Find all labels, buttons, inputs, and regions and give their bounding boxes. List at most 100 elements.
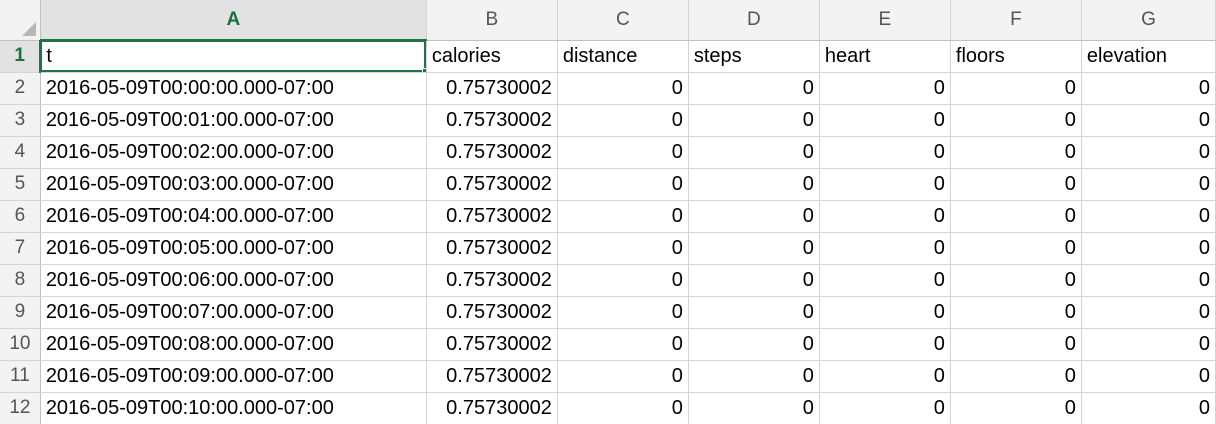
cell-A11[interactable]: 2016-05-09T00:09:00.000-07:00: [40, 360, 427, 393]
cell-G3[interactable]: 0: [1081, 104, 1216, 137]
cell-C2[interactable]: 0: [557, 72, 689, 105]
cell-D5[interactable]: 0: [688, 168, 820, 201]
cell-F1[interactable]: floors: [950, 40, 1082, 73]
cell-D9[interactable]: 0: [688, 296, 820, 329]
cell-F12[interactable]: 0: [950, 392, 1082, 424]
row-header[interactable]: 11: [0, 360, 41, 393]
cell-F9[interactable]: 0: [950, 296, 1082, 329]
fill-handle[interactable]: [421, 67, 426, 71]
cell-B2[interactable]: 0.75730002: [426, 72, 558, 105]
cell-G11[interactable]: 0: [1081, 360, 1216, 393]
cell-E11[interactable]: 0: [819, 360, 951, 393]
cell-C12[interactable]: 0: [557, 392, 689, 424]
cell-A6[interactable]: 2016-05-09T00:04:00.000-07:00: [40, 200, 427, 233]
cell-A5[interactable]: 2016-05-09T00:03:00.000-07:00: [40, 168, 427, 201]
cell-B4[interactable]: 0.75730002: [426, 136, 558, 169]
cell-G10[interactable]: 0: [1081, 328, 1216, 361]
cell-C11[interactable]: 0: [557, 360, 689, 393]
cell-B6[interactable]: 0.75730002: [426, 200, 558, 233]
cell-A8[interactable]: 2016-05-09T00:06:00.000-07:00: [40, 264, 427, 297]
cell-B11[interactable]: 0.75730002: [426, 360, 558, 393]
cell-E3[interactable]: 0: [819, 104, 951, 137]
cell-F7[interactable]: 0: [950, 232, 1082, 265]
cell-E2[interactable]: 0: [819, 72, 951, 105]
select-all-button[interactable]: [0, 0, 41, 41]
cell-A3[interactable]: 2016-05-09T00:01:00.000-07:00: [40, 104, 427, 137]
cell-A12[interactable]: 2016-05-09T00:10:00.000-07:00: [40, 392, 427, 424]
cell-C10[interactable]: 0: [557, 328, 689, 361]
cell-A2[interactable]: 2016-05-09T00:00:00.000-07:00: [40, 72, 427, 105]
cell-B10[interactable]: 0.75730002: [426, 328, 558, 361]
cell-C7[interactable]: 0: [557, 232, 689, 265]
column-header-F[interactable]: F: [950, 0, 1082, 41]
cell-E9[interactable]: 0: [819, 296, 951, 329]
column-header-D[interactable]: D: [688, 0, 820, 41]
cell-C5[interactable]: 0: [557, 168, 689, 201]
cell-G8[interactable]: 0: [1081, 264, 1216, 297]
cell-G9[interactable]: 0: [1081, 296, 1216, 329]
cell-D6[interactable]: 0: [688, 200, 820, 233]
cell-G5[interactable]: 0: [1081, 168, 1216, 201]
row-header[interactable]: 4: [0, 136, 41, 169]
cell-C4[interactable]: 0: [557, 136, 689, 169]
cell-C9[interactable]: 0: [557, 296, 689, 329]
cell-E10[interactable]: 0: [819, 328, 951, 361]
cell-G12[interactable]: 0: [1081, 392, 1216, 424]
cell-A10[interactable]: 2016-05-09T00:08:00.000-07:00: [40, 328, 427, 361]
cell-G2[interactable]: 0: [1081, 72, 1216, 105]
cell-D7[interactable]: 0: [688, 232, 820, 265]
column-header-C[interactable]: C: [557, 0, 689, 41]
cell-A7[interactable]: 2016-05-09T00:05:00.000-07:00: [40, 232, 427, 265]
cell-E1[interactable]: heart: [819, 40, 951, 73]
cell-E12[interactable]: 0: [819, 392, 951, 424]
cell-G1[interactable]: elevation: [1081, 40, 1216, 73]
row-header[interactable]: 3: [0, 104, 41, 137]
cell-D4[interactable]: 0: [688, 136, 820, 169]
cell-D10[interactable]: 0: [688, 328, 820, 361]
cell-C1[interactable]: distance: [557, 40, 689, 73]
cell-D8[interactable]: 0: [688, 264, 820, 297]
row-header[interactable]: 9: [0, 296, 41, 329]
cell-E5[interactable]: 0: [819, 168, 951, 201]
cell-B8[interactable]: 0.75730002: [426, 264, 558, 297]
cell-C8[interactable]: 0: [557, 264, 689, 297]
cell-D3[interactable]: 0: [688, 104, 820, 137]
cell-G6[interactable]: 0: [1081, 200, 1216, 233]
cell-B1[interactable]: calories: [426, 40, 558, 73]
cell-F4[interactable]: 0: [950, 136, 1082, 169]
column-header-E[interactable]: E: [819, 0, 951, 41]
cell-B3[interactable]: 0.75730002: [426, 104, 558, 137]
cell-B5[interactable]: 0.75730002: [426, 168, 558, 201]
cell-E4[interactable]: 0: [819, 136, 951, 169]
column-header-B[interactable]: B: [426, 0, 558, 41]
cell-C3[interactable]: 0: [557, 104, 689, 137]
cell-G4[interactable]: 0: [1081, 136, 1216, 169]
cell-F10[interactable]: 0: [950, 328, 1082, 361]
cell-A9[interactable]: 2016-05-09T00:07:00.000-07:00: [40, 296, 427, 329]
cell-E8[interactable]: 0: [819, 264, 951, 297]
cell-A1[interactable]: t: [40, 40, 427, 73]
cell-C6[interactable]: 0: [557, 200, 689, 233]
cell-D12[interactable]: 0: [688, 392, 820, 424]
cell-G7[interactable]: 0: [1081, 232, 1216, 265]
cell-F2[interactable]: 0: [950, 72, 1082, 105]
cell-B7[interactable]: 0.75730002: [426, 232, 558, 265]
row-header[interactable]: 5: [0, 168, 41, 201]
row-header[interactable]: 8: [0, 264, 41, 297]
row-header[interactable]: 7: [0, 232, 41, 265]
cell-A4[interactable]: 2016-05-09T00:02:00.000-07:00: [40, 136, 427, 169]
row-header[interactable]: 2: [0, 72, 41, 105]
cell-F6[interactable]: 0: [950, 200, 1082, 233]
row-header[interactable]: 12: [0, 392, 41, 424]
cell-F3[interactable]: 0: [950, 104, 1082, 137]
cell-D11[interactable]: 0: [688, 360, 820, 393]
cell-D2[interactable]: 0: [688, 72, 820, 105]
cell-B9[interactable]: 0.75730002: [426, 296, 558, 329]
cell-E7[interactable]: 0: [819, 232, 951, 265]
cell-B12[interactable]: 0.75730002: [426, 392, 558, 424]
row-header[interactable]: 6: [0, 200, 41, 233]
column-header-A[interactable]: A: [40, 0, 427, 41]
cell-F5[interactable]: 0: [950, 168, 1082, 201]
cell-F8[interactable]: 0: [950, 264, 1082, 297]
row-header[interactable]: 10: [0, 328, 41, 361]
